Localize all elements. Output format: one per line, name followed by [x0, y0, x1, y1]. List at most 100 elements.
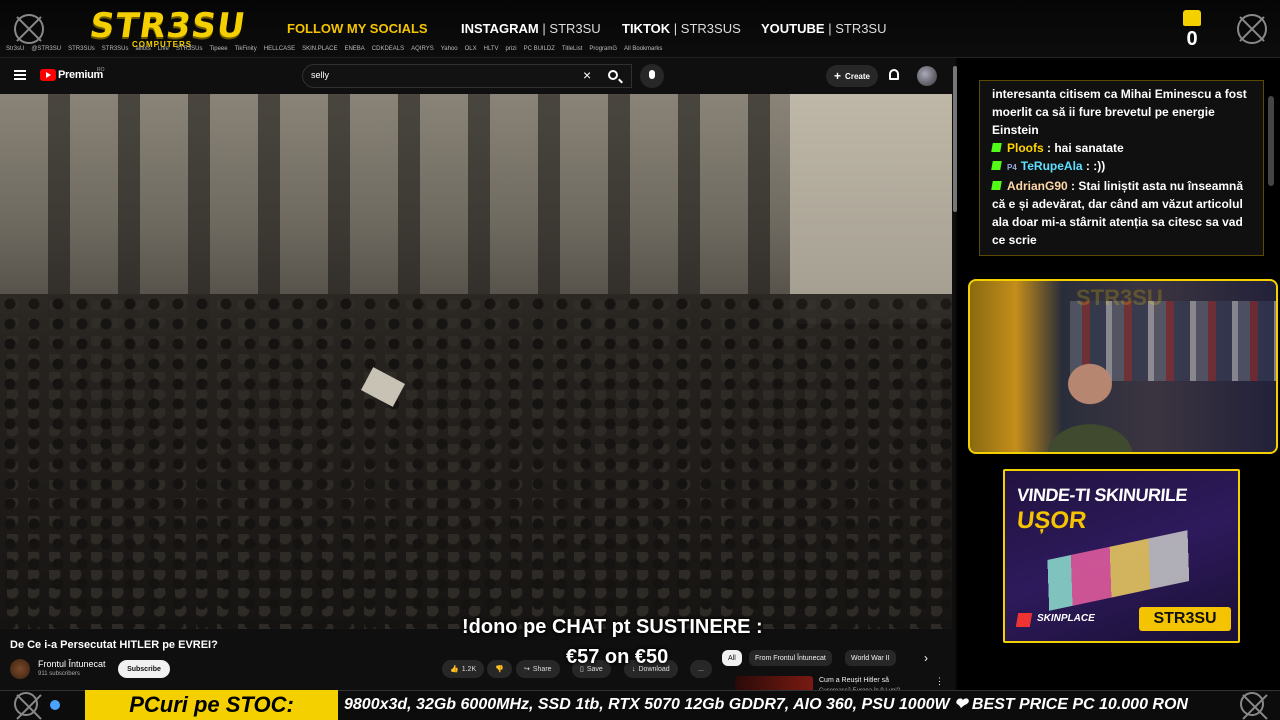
ad-code-tag: STR3SU: [1139, 607, 1231, 631]
crosshair-icon: [14, 14, 44, 44]
streamer: [1030, 351, 1150, 452]
donation-goal: €57 on €50: [566, 646, 669, 668]
crosshair-icon: [1240, 692, 1264, 716]
chat-text: interesanta citisem ca Mihai Eminescu a …: [992, 87, 1247, 137]
youtube-social: YOUTUBE | STR3SU: [761, 21, 887, 36]
ticker-text: 9800x3d, 32Gb 6000MHz, SSD 1tb, RTX 5070…: [344, 696, 1188, 713]
bookmark-item[interactable]: CDKDEALS: [372, 46, 404, 52]
ad-brand: SKINPLACE: [1015, 613, 1095, 627]
bookmark-item[interactable]: AQIRYS: [411, 46, 434, 52]
video-frame-sky: [790, 94, 952, 324]
region-code: RO: [97, 67, 105, 73]
plus-icon: +: [834, 69, 842, 83]
bookmark-item[interactable]: STR3SUs: [102, 46, 129, 52]
chat-scrollbar[interactable]: [1268, 96, 1274, 186]
ad-headline-accent: UȘOR: [1015, 507, 1088, 534]
chip-all[interactable]: All: [722, 650, 742, 666]
thumbs-down-icon: 👎: [495, 666, 504, 673]
bookmark-item[interactable]: Live: [158, 46, 169, 52]
kick-badge-icon: [991, 181, 1002, 190]
share-button[interactable]: ↪ Share: [516, 660, 560, 678]
video-title: De Ce i-a Persecutat HITLER pe EVREI?: [10, 639, 218, 651]
like-count: 0: [1186, 28, 1198, 50]
recommended-title[interactable]: Cum a Reușit Hitler să: [819, 677, 889, 684]
bookmark-item[interactable]: TitleList: [562, 46, 582, 52]
chat-box: interesanta citisem ca Mihai Eminescu a …: [979, 80, 1264, 256]
youtube-logo-icon[interactable]: [40, 69, 56, 81]
bookmark-item[interactable]: prizi: [506, 46, 517, 52]
chevron-right-icon[interactable]: ›: [924, 651, 928, 665]
create-button[interactable]: + Create: [826, 65, 878, 87]
search-value: selly: [311, 70, 330, 80]
instagram-social: INSTAGRAM | STR3SU: [461, 21, 601, 36]
subscribe-button[interactable]: Subscribe: [118, 660, 170, 678]
thumbs-up-icon: [1183, 10, 1201, 26]
bookmark-item[interactable]: All Bookmarks: [624, 46, 662, 52]
bookmark-item[interactable]: Tipeee: [209, 46, 227, 52]
chat-text: : hai sanatate: [1043, 141, 1124, 155]
chat-username: Ploofs: [1007, 141, 1044, 155]
bookmark-item[interactable]: HLTV: [484, 46, 499, 52]
hamburger-menu-icon[interactable]: [14, 70, 26, 80]
ad-skin-image: [1031, 523, 1229, 613]
share-icon: ↪: [524, 666, 530, 673]
like-button[interactable]: 👍 1.2K: [442, 660, 485, 678]
chat-text: : :)): [1082, 159, 1106, 173]
like-count-label: 1.2K: [461, 665, 477, 673]
more-actions-button[interactable]: ...: [690, 660, 712, 678]
youtube-header: Premium RO selly × + Create: [0, 58, 955, 94]
thumbs-up-icon: 👍: [450, 666, 459, 673]
webcam-feed: STR3SU: [968, 279, 1278, 454]
bookmark-item[interactable]: TikFinity: [235, 46, 257, 52]
kick-badge-icon: [991, 161, 1002, 170]
crosshair-icon: [14, 692, 38, 716]
clear-search-icon[interactable]: ×: [583, 67, 591, 83]
bookmark-item[interactable]: SKIN.PLACE: [302, 46, 337, 52]
youtube-page: Premium RO selly × + Create: [0, 58, 955, 690]
chip-world-war-ii[interactable]: World War II: [845, 650, 896, 666]
ad-brand-label: SKINPLACE: [1037, 613, 1095, 624]
bookmark-item[interactable]: alilots: [135, 46, 150, 52]
skinplace-logo-icon: [1015, 613, 1033, 627]
webcam-watermark: STR3SU: [1076, 285, 1163, 310]
channel-avatar[interactable]: [10, 659, 30, 679]
ticker-label: PCuri pe STOC:: [85, 690, 338, 720]
donation-prompt: !dono pe CHAT pt SUSTINERE :: [462, 616, 763, 638]
chat-username: AdrianG90: [1007, 179, 1068, 193]
more-vert-icon[interactable]: ⋮: [935, 676, 944, 687]
bookmark-item[interactable]: STR3SUs: [176, 46, 203, 52]
account-avatar[interactable]: [917, 66, 937, 86]
follow-socials-label: FOLLOW MY SOCIALS: [287, 21, 428, 36]
bookmark-item[interactable]: OLX: [465, 46, 477, 52]
share-label: Share: [532, 665, 552, 673]
chip-from-channel[interactable]: From Frontul Întunecat: [749, 650, 832, 666]
chat-message: Ploofs : hai sanatate: [991, 139, 1251, 157]
bookmark-item[interactable]: HELLCASE: [264, 46, 295, 52]
chat-message: P4 TeRupeAla : :)): [991, 157, 1251, 177]
bookmark-item[interactable]: ENEBA: [344, 46, 364, 52]
bookmark-item[interactable]: ProgramG: [589, 46, 617, 52]
chat-message: interesanta citisem ca Mihai Eminescu a …: [992, 85, 1251, 139]
chat-username: TeRupeAla: [1020, 159, 1083, 173]
search-icon: [608, 70, 618, 80]
bookmark-item[interactable]: @STR3SU: [31, 46, 61, 52]
bookmark-item[interactable]: Str3sU: [6, 46, 24, 52]
bookmark-item[interactable]: PC BUILDZ: [524, 46, 555, 52]
create-label: Create: [845, 71, 870, 81]
bookmark-item[interactable]: STR3SUs: [68, 46, 95, 52]
chat-message: AdrianG90 : Stai liniștit asta nu înseam…: [991, 177, 1251, 249]
search-input[interactable]: selly ×: [302, 64, 632, 88]
taskbar-icons: [0, 690, 85, 720]
chat-badge: P4: [1007, 163, 1017, 172]
dislike-button[interactable]: 👎: [487, 660, 512, 678]
channel-name[interactable]: Frontul Întunecat: [38, 659, 106, 669]
voice-search-button[interactable]: [640, 64, 664, 88]
search-button[interactable]: [600, 64, 628, 88]
browser-icon[interactable]: [50, 700, 60, 710]
notifications-bell-icon[interactable]: [889, 69, 899, 80]
channel-subscriber-count: 911 subscribers: [38, 671, 80, 677]
video-player[interactable]: [0, 94, 952, 629]
ad-headline: VINDE-TI SKINURILE: [1016, 485, 1189, 505]
bookmark-item[interactable]: Yahoo: [441, 46, 458, 52]
tiktok-social: TIKTOK | STR3SUS: [622, 21, 741, 36]
